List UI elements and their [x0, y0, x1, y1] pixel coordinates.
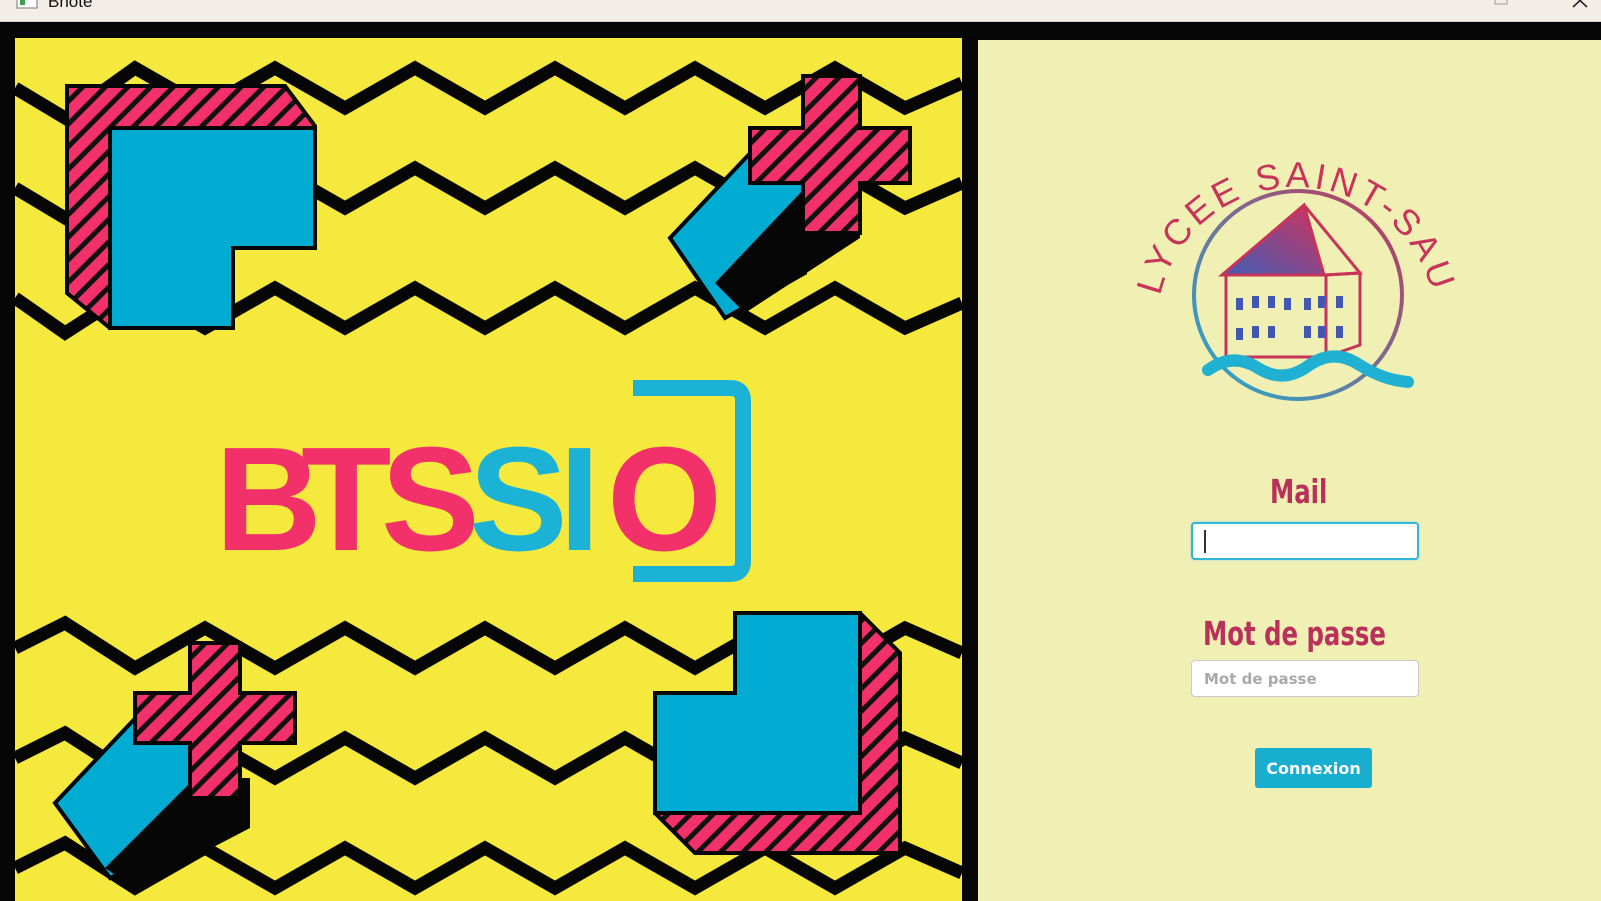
title-bar: Bnote	[0, 0, 1601, 22]
bottom-right-l-shape	[653, 611, 902, 855]
maximize-icon[interactable]	[1494, 0, 1508, 6]
logo-letter: I	[559, 417, 594, 582]
bts-sio-artwork-panel: B T S S I O	[15, 38, 962, 901]
window-body: B T S S I O LYCEE SAINT-SAUV	[0, 23, 1601, 901]
logo-letter: S	[381, 417, 474, 582]
password-label: Mot de passe	[1203, 614, 1386, 653]
bts-sio-logo: B T S S I O	[215, 417, 722, 582]
logo-letter: O	[607, 417, 716, 582]
logo-letter: S	[469, 417, 562, 582]
password-input[interactable]	[1191, 660, 1419, 697]
window-title: Bnote	[48, 0, 93, 11]
login-button[interactable]: Connexion	[1255, 748, 1372, 788]
close-icon[interactable]	[1572, 0, 1588, 8]
panel-divider	[962, 38, 978, 901]
mail-label: Mail	[1270, 472, 1328, 511]
window-app-icon	[16, 0, 38, 9]
login-panel: LYCEE SAINT-SAUVEUR Mail Mot de passe C	[978, 40, 1601, 901]
logo-letter: T	[301, 417, 390, 582]
mail-input[interactable]	[1191, 522, 1419, 560]
school-logo: LYCEE SAINT-SAUVEUR	[1128, 120, 1461, 401]
text-cursor	[1204, 530, 1206, 553]
